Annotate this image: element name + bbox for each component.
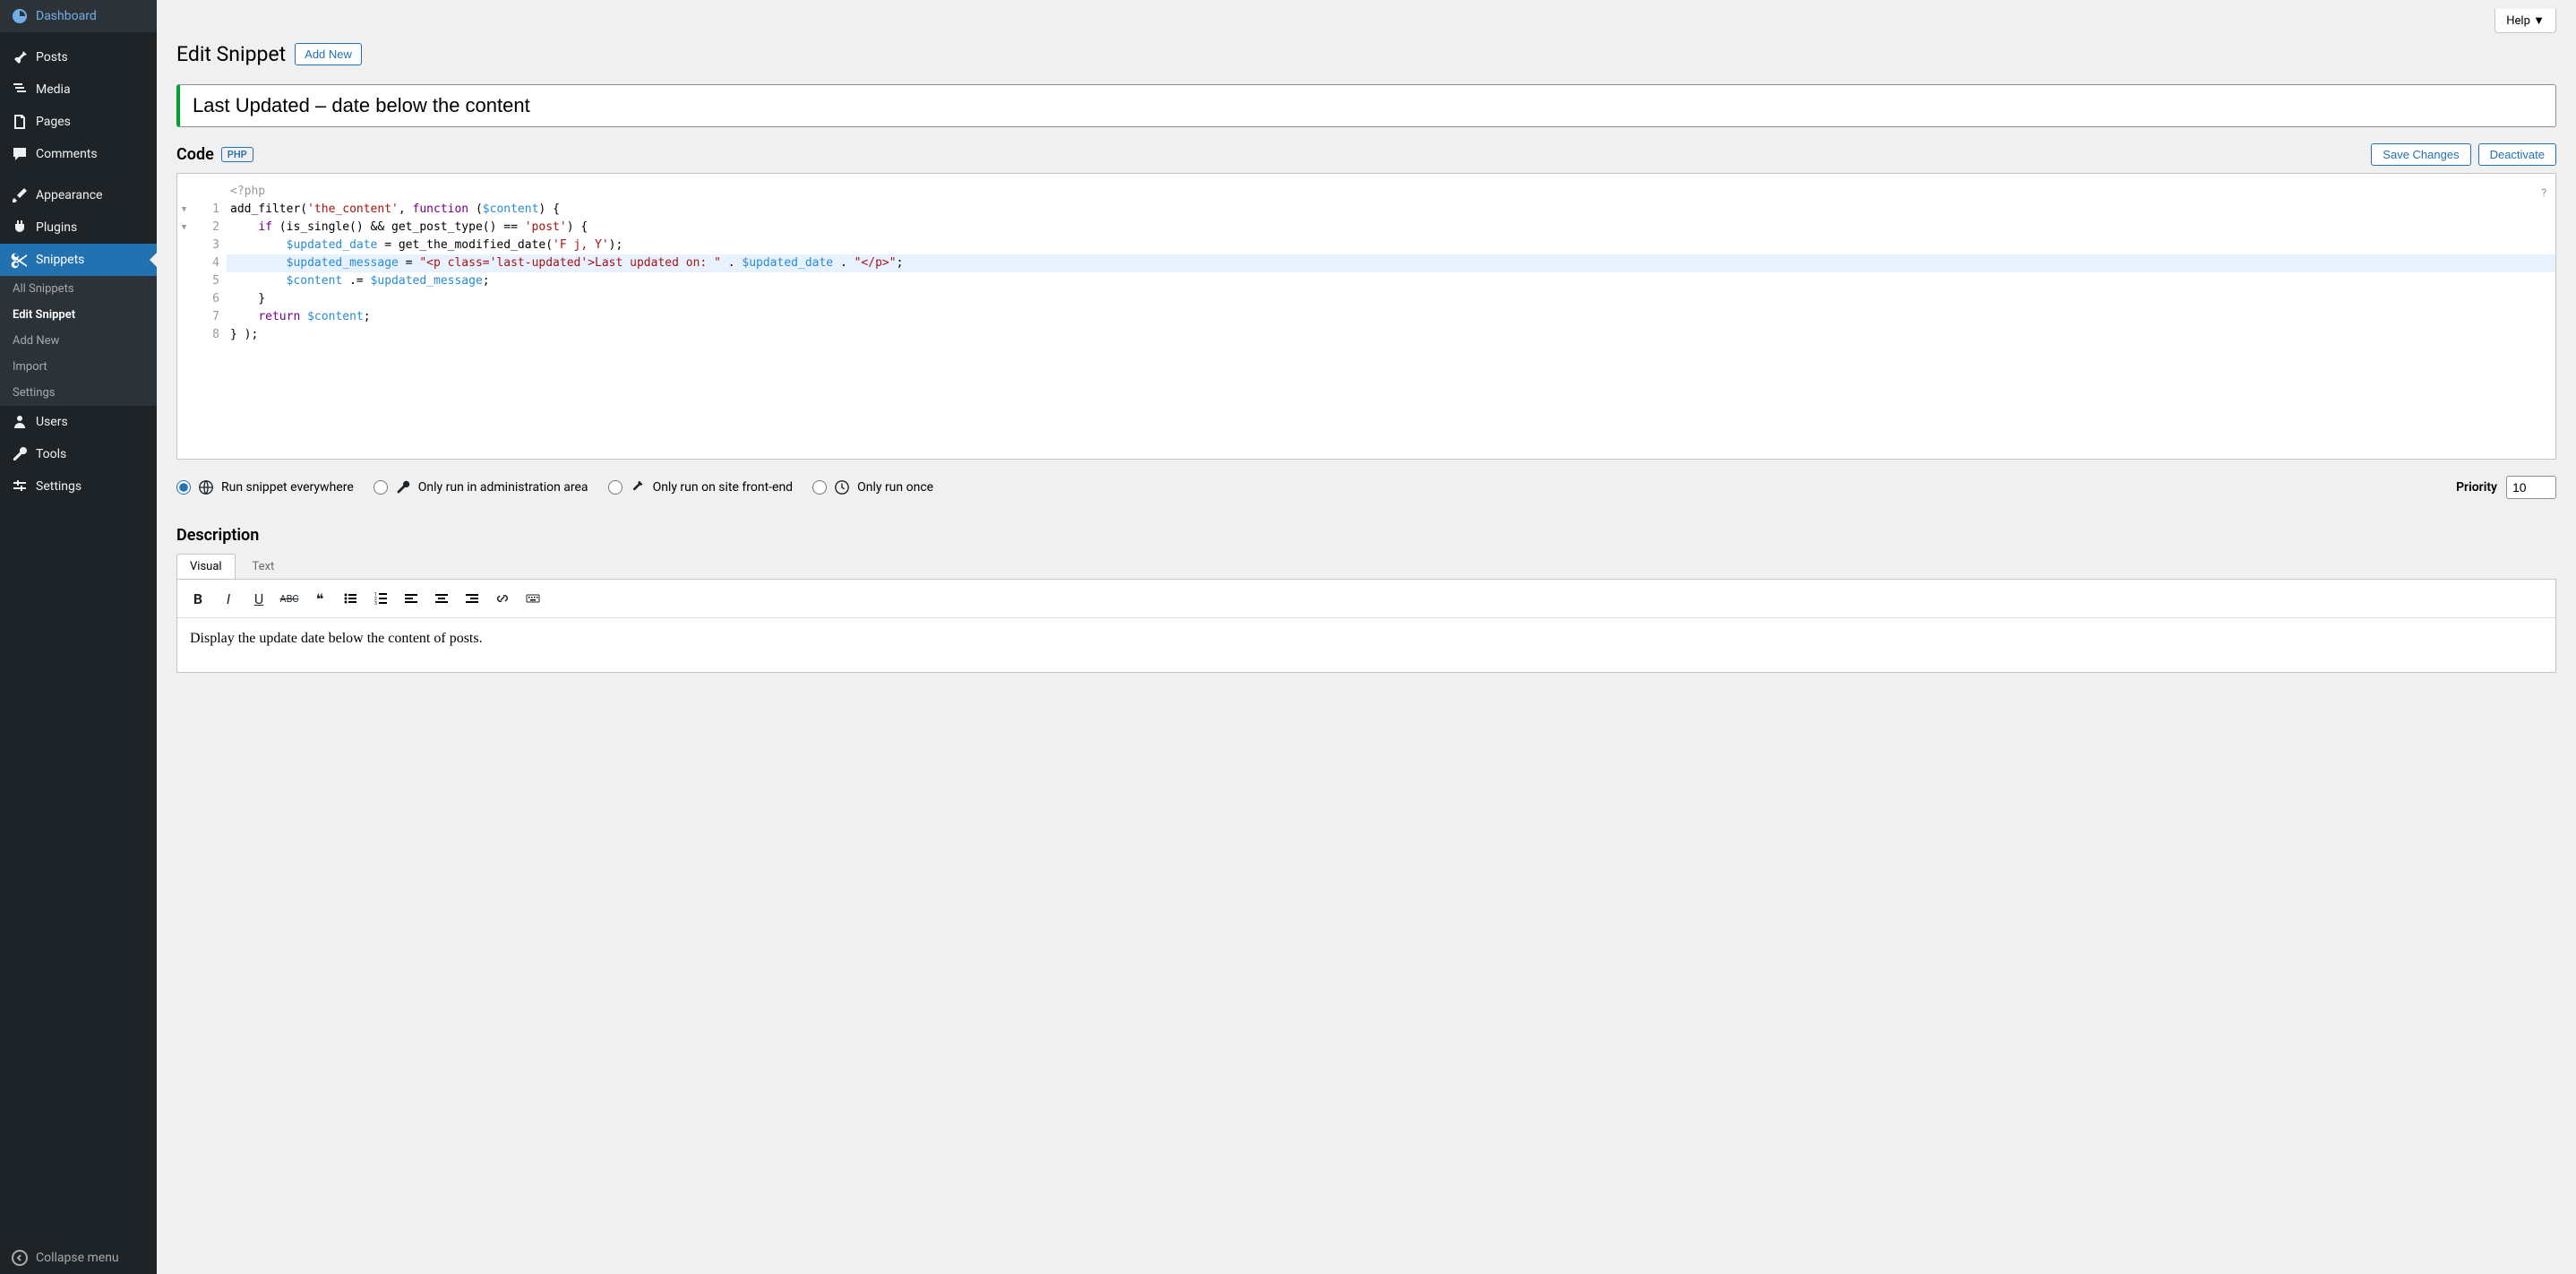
sidebar-label: Tools — [36, 447, 66, 461]
keyboard-icon[interactable] — [519, 585, 546, 612]
admin-sidebar: Dashboard Posts Media Pages Comments App… — [0, 0, 157, 1274]
user-icon — [11, 413, 29, 431]
wrench-icon — [11, 445, 29, 463]
globe-icon — [198, 479, 214, 495]
help-tab[interactable]: Help ▼ — [2494, 9, 2556, 33]
sidebar-label: Dashboard — [36, 9, 97, 23]
scope-row: Run snippet everywhere Only run in admin… — [176, 476, 2556, 499]
deactivate-button[interactable]: Deactivate — [2478, 143, 2556, 166]
sidebar-item-media[interactable]: Media — [0, 73, 157, 106]
description-label: Description — [176, 526, 2556, 545]
code-content[interactable]: <?php add_filter('the_content', function… — [227, 174, 2555, 353]
php-badge: PHP — [221, 147, 253, 162]
align-left-icon[interactable] — [398, 585, 425, 612]
sidebar-label: Appearance — [36, 188, 102, 202]
sidebar-item-pages[interactable]: Pages — [0, 106, 157, 138]
sub-edit-snippet[interactable]: Edit Snippet — [0, 302, 157, 328]
sidebar-label: Posts — [36, 50, 68, 65]
editor-hint-icon[interactable]: ? — [2541, 186, 2546, 199]
sidebar-label: Comments — [36, 147, 98, 161]
scope-admin[interactable]: Only run in administration area — [374, 479, 588, 495]
page-icon — [11, 113, 29, 131]
sidebar-item-posts[interactable]: Posts — [0, 41, 157, 73]
align-right-icon[interactable] — [459, 585, 485, 612]
sidebar-item-appearance[interactable]: Appearance — [0, 179, 157, 211]
code-editor[interactable]: ? ▼▼ 1 2 3 4 5 6 7 8 <?php add_filter('t… — [176, 173, 2556, 460]
comment-icon — [11, 145, 29, 163]
scissors-icon — [11, 251, 29, 269]
fold-gutter: ▼▼ — [177, 174, 191, 353]
brush-icon — [11, 186, 29, 204]
sidebar-label: Settings — [36, 479, 82, 494]
page-header: Edit Snippet Add New — [176, 42, 2556, 66]
priority-label: Priority — [2456, 480, 2497, 495]
sidebar-submenu: All Snippets Edit Snippet Add New Import… — [0, 276, 157, 406]
line-gutter: 1 2 3 4 5 6 7 8 — [191, 174, 227, 353]
media-icon — [11, 81, 29, 99]
sub-add-new[interactable]: Add New — [0, 328, 157, 354]
scope-everywhere[interactable]: Run snippet everywhere — [176, 479, 354, 495]
tab-visual[interactable]: Visual — [176, 554, 236, 579]
snippet-title-input[interactable] — [176, 84, 2556, 127]
add-new-button[interactable]: Add New — [295, 43, 362, 65]
sidebar-label: Media — [36, 82, 71, 97]
quote-icon[interactable]: ❝ — [306, 585, 333, 612]
rte-toolbar: B I U ABC ❝ 123 — [177, 580, 2555, 618]
main-content: Help ▼ Edit Snippet Add New Code PHP Sav… — [157, 0, 2576, 1274]
priority-group: Priority — [2456, 476, 2556, 499]
scope-frontend[interactable]: Only run on site front-end — [608, 479, 794, 495]
hammer-icon — [630, 479, 646, 495]
collapse-menu[interactable]: Collapse menu — [0, 1242, 157, 1274]
rich-text-editor: B I U ABC ❝ 123 Display the update date … — [176, 579, 2556, 673]
scope-once[interactable]: Only run once — [812, 479, 933, 495]
sidebar-item-comments[interactable]: Comments — [0, 138, 157, 170]
sidebar-label: Users — [36, 415, 68, 429]
code-section-header: Code PHP Save Changes Deactivate — [176, 143, 2556, 166]
align-center-icon[interactable] — [428, 585, 455, 612]
sidebar-item-tools[interactable]: Tools — [0, 438, 157, 470]
description-content[interactable]: Display the update date below the conten… — [177, 618, 2555, 672]
page-title: Edit Snippet — [176, 42, 286, 66]
underline-icon[interactable]: U — [245, 585, 272, 612]
strikethrough-icon[interactable]: ABC — [276, 585, 303, 612]
save-changes-button[interactable]: Save Changes — [2371, 143, 2470, 166]
collapse-icon — [11, 1249, 29, 1267]
italic-icon[interactable]: I — [215, 585, 242, 612]
sub-settings[interactable]: Settings — [0, 380, 157, 406]
numbered-list-icon[interactable]: 123 — [367, 585, 394, 612]
sidebar-item-dashboard[interactable]: Dashboard — [0, 0, 157, 32]
plugin-icon — [11, 219, 29, 237]
code-label: Code — [176, 145, 214, 164]
link-icon[interactable] — [489, 585, 516, 612]
sidebar-label: Snippets — [36, 253, 84, 267]
wrench-icon — [395, 479, 411, 495]
svg-text:3: 3 — [374, 601, 377, 606]
bold-icon[interactable]: B — [185, 585, 211, 612]
bullet-list-icon[interactable] — [337, 585, 364, 612]
sidebar-item-settings[interactable]: Settings — [0, 470, 157, 503]
sidebar-label: Pages — [36, 115, 71, 129]
priority-input[interactable] — [2506, 476, 2556, 499]
dashboard-icon — [11, 7, 29, 25]
clock-icon — [834, 479, 850, 495]
pin-icon — [11, 48, 29, 66]
sidebar-item-users[interactable]: Users — [0, 406, 157, 438]
sub-import[interactable]: Import — [0, 354, 157, 380]
editor-tabs: Visual Text — [176, 554, 2556, 579]
sidebar-label: Plugins — [36, 220, 77, 235]
sub-all-snippets[interactable]: All Snippets — [0, 276, 157, 302]
sliders-icon — [11, 478, 29, 495]
collapse-label: Collapse menu — [36, 1251, 119, 1265]
tab-text[interactable]: Text — [239, 554, 288, 579]
sidebar-item-plugins[interactable]: Plugins — [0, 211, 157, 244]
sidebar-item-snippets[interactable]: Snippets — [0, 244, 157, 276]
